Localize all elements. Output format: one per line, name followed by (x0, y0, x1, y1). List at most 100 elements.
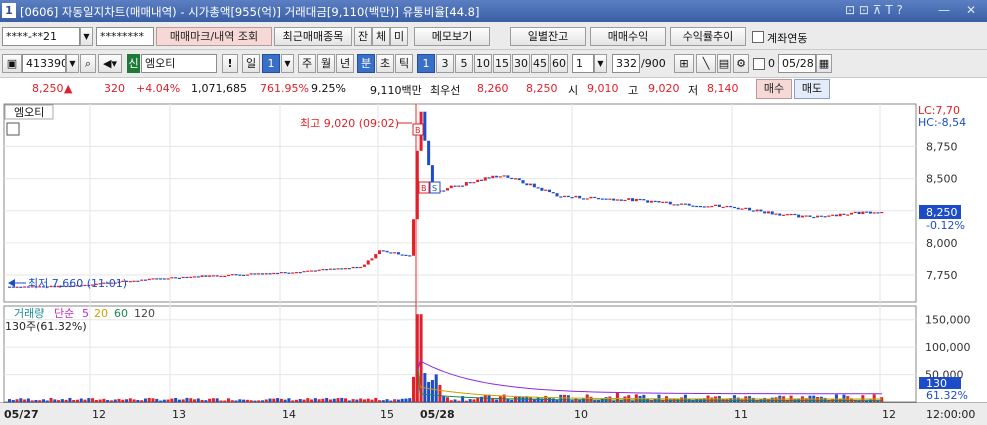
candle-up (446, 188, 450, 191)
volume-bar-up (189, 398, 193, 402)
volume-bar-up (15, 399, 19, 402)
candle-up (306, 270, 310, 272)
time-tick-label: 11 (734, 408, 748, 421)
gear-icon[interactable]: ⚙ (733, 54, 749, 73)
volume-bar-down (857, 400, 861, 402)
price-chart[interactable]: 8,750 8,500 8,250 8,000 7,750 150,000 100,000 5… (0, 102, 987, 425)
daily-balance-button[interactable]: 일별잔고 (510, 27, 586, 46)
candle-down (600, 198, 604, 200)
window-number: 1 (2, 3, 16, 18)
trade-mark-query-button[interactable]: 매매마크/내역 조회 (156, 27, 272, 46)
date-checkbox[interactable] (753, 58, 765, 70)
custom-dropdown-icon[interactable]: ▼ (594, 54, 607, 73)
volume-bar-down (238, 399, 242, 402)
candle-down (876, 212, 880, 214)
volume-bar-down (298, 398, 302, 402)
date-input[interactable]: 05/28 (778, 54, 816, 73)
volume-legend-item: 거래량 (14, 307, 44, 320)
balance-button[interactable]: 잔 (354, 27, 372, 46)
period-tick[interactable]: 틱 (395, 54, 413, 73)
candle-up (502, 175, 506, 177)
interval-3[interactable]: 3 (436, 54, 454, 73)
volume-ratio: 761.95% (260, 82, 309, 95)
window-tools-icon[interactable]: ⊡ ⊡ ⊼ T ? (845, 3, 903, 17)
save-icon[interactable]: ▤ (717, 54, 731, 73)
code-search-icon[interactable]: ▣ (2, 54, 22, 73)
account-input[interactable]: ****-**21 (2, 27, 80, 46)
executed-button[interactable]: 체 (372, 27, 390, 46)
period-year[interactable]: 년 (336, 54, 354, 73)
return-trend-button[interactable]: 수익률추이 (670, 27, 746, 46)
close-button[interactable]: ✕ (966, 3, 976, 17)
volume-bar-down (215, 398, 219, 402)
account-dropdown-icon[interactable]: ▼ (80, 27, 93, 46)
volume-bar-up (880, 397, 884, 402)
candle-down (174, 277, 178, 279)
stock-code-input[interactable]: 413390 (22, 54, 66, 73)
candle-up (415, 150, 419, 220)
volume-bar-up (446, 397, 450, 402)
period-dropdown-icon[interactable]: ▼ (281, 54, 294, 73)
account-link-checkbox[interactable] (752, 31, 764, 43)
period-second[interactable]: 초 (376, 54, 394, 73)
volume-bar-down (430, 380, 434, 402)
volume-bar-down (434, 374, 438, 402)
indicator-icon[interactable]: ⊞ (674, 54, 694, 73)
volume-bar-up (378, 400, 382, 402)
custom-interval-input[interactable]: 1 (572, 54, 594, 73)
candle-up (449, 185, 453, 189)
candle-up (744, 207, 748, 209)
open-price: 9,010 (587, 82, 619, 95)
interval-5[interactable]: 5 (455, 54, 473, 73)
candle-down (521, 180, 525, 184)
trade-amount: 9,110백만 (370, 84, 422, 97)
volume-bar-up (219, 400, 223, 402)
period-month[interactable]: 월 (317, 54, 335, 73)
minimize-button[interactable]: — (938, 3, 950, 17)
candle-up (336, 268, 340, 270)
stock-name-field[interactable]: 엠오티 (141, 54, 217, 73)
candle-down (668, 201, 672, 205)
instrument-name: 엠오티 (14, 106, 44, 119)
candle-down (551, 192, 555, 194)
calendar-icon[interactable]: ▦ (816, 54, 832, 73)
sound-icon[interactable]: ◀▾ (98, 54, 122, 73)
buy-button[interactable]: 매수 (756, 79, 792, 99)
interval-60[interactable]: 60 (550, 54, 568, 73)
candle-down (536, 187, 540, 189)
interval-15[interactable]: 15 (493, 54, 511, 73)
candle-up (219, 275, 223, 278)
volume-bar-down (53, 399, 57, 402)
candle-up (529, 183, 533, 186)
candle-up (789, 213, 793, 216)
memo-button[interactable]: 메모보기 (414, 27, 490, 46)
candle-up (661, 201, 665, 203)
search-icon[interactable]: ⌕ (80, 54, 96, 73)
candle-up (464, 182, 468, 186)
candle-down (159, 278, 163, 280)
interval-1[interactable]: 1 (417, 54, 435, 73)
volume-bar-down (155, 398, 159, 402)
sell-button[interactable]: 매도 (794, 79, 830, 99)
volume-bar-down (385, 399, 389, 402)
alert-icon[interactable]: ! (222, 54, 238, 73)
volume-bar-up (72, 399, 76, 402)
password-field[interactable]: ******** (96, 27, 154, 46)
interval-45[interactable]: 45 (531, 54, 549, 73)
unfilled-button[interactable]: 미 (390, 27, 408, 46)
recent-trades-button[interactable]: 최근매매종목 (274, 27, 352, 46)
volume-value: 1,071,685 (191, 82, 247, 95)
interval-30[interactable]: 30 (512, 54, 530, 73)
low-price: 8,140 (707, 82, 739, 95)
interval-10[interactable]: 10 (474, 54, 492, 73)
period-count[interactable]: 1 (262, 54, 280, 73)
code-dropdown-icon[interactable]: ▼ (66, 54, 79, 73)
bar-count-input[interactable]: 332 (612, 54, 640, 73)
period-minute[interactable]: 분 (357, 54, 375, 73)
draw-tool-icon[interactable]: ╲ (696, 54, 716, 73)
period-day[interactable]: 일 (242, 54, 260, 73)
candle-down (578, 195, 582, 199)
trade-profit-button[interactable]: 매매수익 (590, 27, 666, 46)
period-week[interactable]: 주 (298, 54, 316, 73)
candle-up (649, 200, 653, 203)
